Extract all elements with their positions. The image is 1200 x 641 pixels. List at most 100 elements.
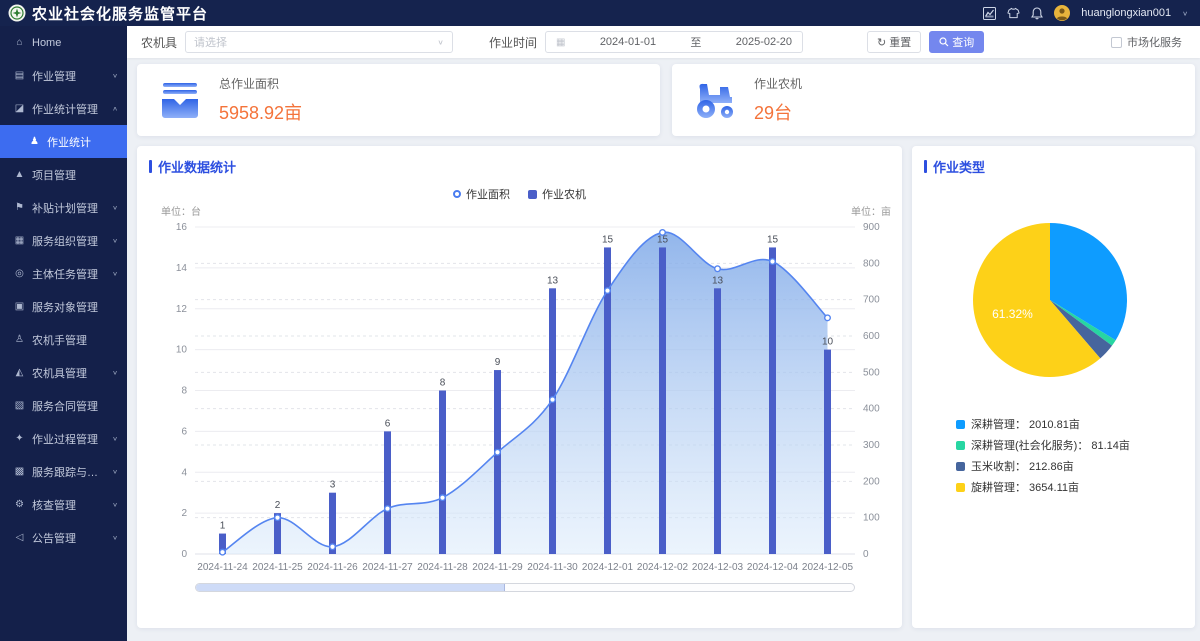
svg-text:700: 700 (863, 295, 880, 306)
total-area-value: 5958.92亩 (219, 99, 302, 125)
svg-text:6: 6 (181, 426, 187, 437)
pie-legend-item-旋耕管理[interactable]: 旋耕管理： 3654.11亩 (956, 479, 1130, 495)
reset-button[interactable]: ↻ 重置 (867, 31, 921, 53)
pie-legend-text: 深耕管理(社会化服务)： 81.14亩 (971, 437, 1130, 453)
stats-mgmt-icon: ◪ (13, 103, 26, 114)
pie-legend-item-深耕管理[interactable]: 深耕管理： 2010.81亩 (956, 416, 1130, 432)
sidebar-item-label: 主体任务管理 (32, 266, 98, 282)
sidebar-item-作业统计管理[interactable]: ◪作业统计管理∧ (0, 92, 127, 125)
driver-icon: ♙ (13, 334, 26, 345)
avatar[interactable] (1054, 5, 1070, 21)
bar-value-label: 8 (440, 378, 446, 389)
task-icon: ◎ (13, 268, 26, 279)
bar-value-label: 3 (330, 480, 336, 491)
svg-text:600: 600 (863, 331, 880, 342)
pie-slice-label: 61.32% (992, 307, 1033, 321)
sidebar-item-公告管理[interactable]: ◁公告管理∨ (0, 521, 127, 554)
bell-icon[interactable] (1031, 7, 1043, 20)
sidebar-item-服务合同管理[interactable]: ▧服务合同管理 (0, 389, 127, 422)
chevron-down-icon: ∨ (108, 369, 118, 376)
app-title: 农业社会化服务监管平台 (32, 3, 208, 24)
sidebar-item-label: 服务组织管理 (32, 233, 98, 249)
svg-text:300: 300 (863, 440, 880, 451)
machine-select-placeholder: 请选择 (194, 34, 227, 50)
chevron-up-icon: ∧ (108, 105, 118, 112)
svg-text:8: 8 (181, 386, 187, 397)
legend-label: 作业农机 (542, 186, 586, 202)
search-button[interactable]: 查询 (929, 31, 984, 53)
user-menu-chevron-icon[interactable]: ∨ (1182, 9, 1188, 16)
line-point (220, 549, 226, 555)
pie-legend-item-玉米收割[interactable]: 玉米收割： 212.86亩 (956, 458, 1130, 474)
machine-filter-label: 农机具 (141, 34, 177, 51)
legend-label: 作业面积 (466, 186, 510, 202)
square-marker-icon (528, 190, 537, 199)
bar (714, 288, 721, 554)
pie-legend-item-深耕管理(社会化服务)[interactable]: 深耕管理(社会化服务)： 81.14亩 (956, 437, 1130, 453)
stats-icon[interactable] (983, 7, 996, 20)
bar-value-label: 6 (385, 418, 391, 429)
legend-item-作业农机[interactable]: 作业农机 (528, 186, 586, 202)
sidebar-item-服务组织管理[interactable]: ▦服务组织管理∨ (0, 224, 127, 257)
sidebar-item-作业统计[interactable]: ♟作业统计 (0, 125, 127, 158)
sidebar-item-项目管理[interactable]: ▲项目管理 (0, 158, 127, 191)
sidebar-item-label: 作业管理 (32, 68, 76, 84)
svg-text:200: 200 (863, 476, 880, 487)
contract-icon: ▧ (13, 400, 26, 411)
sidebar-item-label: 农机具管理 (32, 365, 87, 381)
date-start-value[interactable]: 2024-01-01 (600, 36, 656, 48)
market-service-checkbox-row[interactable]: 市场化服务 (1111, 34, 1182, 50)
sidebar-item-农机手管理[interactable]: ♙农机手管理 (0, 323, 127, 356)
sidebar-item-作业过程管理[interactable]: ✦作业过程管理∨ (0, 422, 127, 455)
target-icon: ▣ (13, 301, 26, 312)
chevron-down-icon: ∨ (108, 534, 118, 541)
sidebar-item-Home[interactable]: ⌂Home (0, 26, 127, 59)
theme-icon[interactable] (1007, 7, 1020, 19)
pie-legend-text: 旋耕管理： 3654.11亩 (971, 479, 1079, 495)
sidebar-item-label: 公告管理 (32, 530, 76, 546)
x-axis-label: 2024-12-02 (637, 562, 689, 573)
market-service-checkbox[interactable] (1111, 37, 1122, 48)
org-icon: ▦ (13, 235, 26, 246)
svg-text:800: 800 (863, 258, 880, 269)
bar-value-label: 15 (657, 234, 669, 245)
datazoom-selected-range[interactable] (196, 584, 505, 591)
sidebar-item-补贴计划管理[interactable]: ⚑补贴计划管理∨ (0, 191, 127, 224)
tractor-icon (692, 79, 738, 121)
machine-count-value: 29台 (754, 99, 802, 125)
search-button-label: 查询 (952, 34, 974, 50)
machine-select[interactable]: 请选择 ∨ (185, 31, 453, 53)
sidebar-item-农机具管理[interactable]: ◭农机具管理∨ (0, 356, 127, 389)
evaluate-icon: ▩ (13, 466, 26, 477)
legend-item-作业面积[interactable]: 作业面积 (453, 186, 510, 202)
sidebar-item-核查管理[interactable]: ⚙核查管理∨ (0, 488, 127, 521)
project-icon: ▲ (13, 169, 26, 180)
calendar-icon: ▦ (556, 37, 565, 48)
sidebar-item-服务跟踪与评价管理[interactable]: ▩服务跟踪与评价管理∨ (0, 455, 127, 488)
datazoom-slider[interactable] (195, 583, 855, 592)
sidebar-item-label: 作业统计 (47, 134, 91, 150)
sidebar-item-服务对象管理[interactable]: ▣服务对象管理 (0, 290, 127, 323)
bar-value-label: 9 (495, 357, 501, 368)
sidebar-item-主体任务管理[interactable]: ◎主体任务管理∨ (0, 257, 127, 290)
username[interactable]: huanglongxian001 (1081, 7, 1171, 19)
market-service-label: 市场化服务 (1127, 34, 1182, 50)
reset-button-label: 重置 (889, 34, 911, 50)
total-area-card: 总作业面积 5958.92亩 (137, 64, 660, 136)
svg-text:2: 2 (181, 508, 187, 519)
x-axis-label: 2024-12-04 (747, 562, 799, 573)
svg-text:单位：台: 单位：台 (161, 205, 201, 218)
line-point (550, 397, 556, 403)
date-range-picker[interactable]: ▦ 2024-01-01 至 2025-02-20 (545, 31, 803, 53)
combo-chart-title: 作业数据统计 (137, 146, 902, 176)
time-filter-label: 作业时间 (489, 34, 537, 51)
svg-text:0: 0 (181, 549, 187, 560)
sidebar-item-作业管理[interactable]: ▤作业管理∨ (0, 59, 127, 92)
date-end-value[interactable]: 2025-02-20 (736, 36, 792, 48)
date-separator: 至 (690, 34, 701, 50)
chevron-down-icon: ∨ (108, 72, 118, 79)
sidebar-item-label: 作业过程管理 (32, 431, 98, 447)
home-icon: ⌂ (13, 37, 26, 48)
svg-text:0: 0 (863, 549, 869, 560)
sidebar-nav: ⌂Home▤作业管理∨◪作业统计管理∧♟作业统计▲项目管理⚑补贴计划管理∨▦服务… (0, 26, 127, 641)
